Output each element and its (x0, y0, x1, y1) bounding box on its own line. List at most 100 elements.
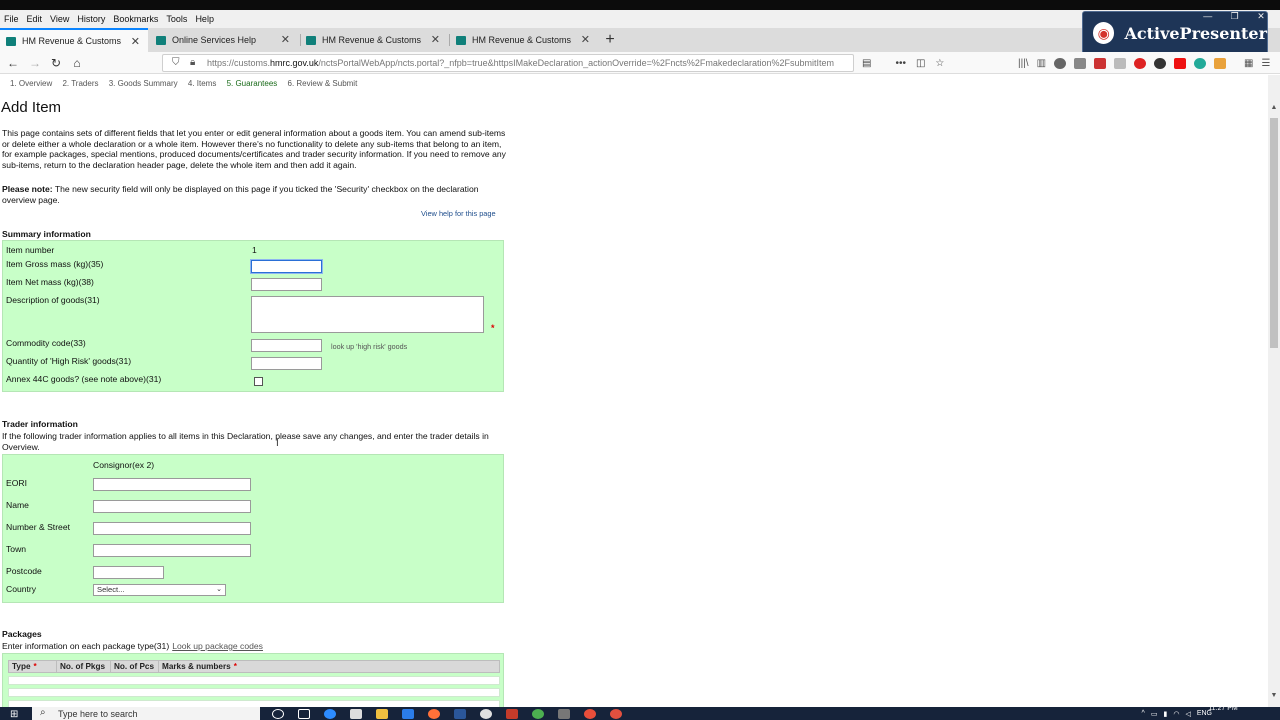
taskbar-search-box[interactable]: Type here to search (32, 707, 260, 720)
menu-file[interactable]: File (4, 14, 19, 24)
tab-close-icon[interactable]: ✕ (281, 33, 290, 46)
high-risk-lookup-link[interactable]: look up 'high risk' goods (331, 342, 407, 351)
extension-dark-icon[interactable] (1154, 57, 1167, 69)
library-icon[interactable]: |||\ (1018, 58, 1029, 69)
item-number-label: Item number (6, 245, 55, 255)
country-select[interactable]: Select... ⌄ (93, 584, 226, 596)
volume-icon[interactable]: ◁ (1185, 710, 1190, 718)
intro-text: This page contains sets of different fie… (2, 128, 506, 170)
tab-hmrc-3[interactable]: HM Revenue & Customs ✕ (450, 28, 598, 52)
menu-help[interactable]: Help (195, 14, 214, 24)
word-icon[interactable] (454, 708, 466, 719)
close-window-icon[interactable]: ✕ (1257, 11, 1265, 25)
view-help-link[interactable]: View help for this page (421, 209, 496, 218)
account-icon[interactable] (1054, 57, 1067, 69)
hmrc-favicon-icon (456, 35, 466, 45)
marks-required-mark: * (233, 662, 237, 671)
extension-light-icon[interactable] (1114, 57, 1127, 69)
bookmark-star-icon[interactable]: ☆ (935, 58, 944, 69)
extension-shield-icon[interactable] (1174, 57, 1187, 69)
new-tab-button[interactable]: + (600, 28, 620, 52)
extension-green-icon[interactable] (1194, 57, 1207, 69)
task-view-icon[interactable] (298, 708, 310, 719)
edge-icon[interactable] (324, 708, 336, 719)
menu-bookmarks[interactable]: Bookmarks (113, 14, 158, 24)
tab-hmrc-1[interactable]: HM Revenue & Customs ✕ (0, 28, 148, 52)
wifi-icon[interactable]: ◠ (1173, 710, 1179, 718)
name-input[interactable] (93, 500, 251, 513)
menu-tools[interactable]: Tools (166, 14, 187, 24)
cortana-icon[interactable] (272, 708, 284, 719)
taskbar-clock[interactable]: 11:27 PM (1198, 705, 1248, 720)
sidebar-icon[interactable]: ▥ (1037, 58, 1046, 69)
mail-icon[interactable] (402, 708, 414, 719)
quantity-high-risk-input[interactable] (251, 357, 322, 370)
chrome-icon[interactable] (584, 708, 596, 719)
extension-block-icon[interactable] (1134, 57, 1147, 69)
scroll-down-icon[interactable]: ▼ (1268, 692, 1280, 702)
tab-close-icon[interactable]: ✕ (131, 35, 140, 48)
scrollbar-thumb[interactable] (1270, 118, 1278, 348)
shield-icon[interactable]: ⛉ (172, 57, 180, 68)
step-review-submit[interactable]: 6. Review & Submit (288, 79, 358, 88)
app-light-icon[interactable] (480, 708, 492, 719)
hmrc-favicon-icon (6, 36, 16, 46)
package-codes-link[interactable]: Look up package codes (172, 641, 263, 651)
step-overview[interactable]: 1. Overview (10, 79, 52, 88)
tab-online-services-help[interactable]: Online Services Help ✕ (150, 28, 298, 52)
step-traders[interactable]: 2. Traders (62, 79, 98, 88)
pocket-icon[interactable]: ◫ (916, 58, 925, 69)
app-red-icon[interactable] (506, 708, 518, 719)
packages-instruction: Enter information on each package type(3… (2, 641, 170, 651)
street-input[interactable] (93, 522, 251, 535)
extension-orange-icon[interactable] (1214, 57, 1227, 69)
firefox-icon[interactable] (428, 708, 440, 719)
security-note: Please note: The new security field will… (2, 184, 510, 205)
step-items[interactable]: 4. Items (188, 79, 216, 88)
type-required-mark: * (33, 662, 37, 671)
app-green-icon[interactable] (532, 708, 544, 719)
extension-grey-icon[interactable] (1074, 57, 1087, 69)
windows-start-icon[interactable]: ⊞ (10, 709, 22, 720)
annex-44c-checkbox[interactable] (254, 377, 263, 386)
home-icon[interactable]: ⌂ (69, 55, 85, 71)
app-grey-icon[interactable] (558, 708, 570, 719)
restore-icon[interactable]: ❐ (1231, 11, 1239, 25)
gross-mass-input[interactable] (251, 260, 322, 273)
store-icon[interactable] (350, 708, 362, 719)
url-path: /nctsPortalWebApp/ncts.portal?_nfpb=true… (318, 58, 834, 68)
url-bar[interactable]: https://customs. hmrc.gov.uk/nctsPortalWe… (162, 54, 854, 72)
net-mass-input[interactable] (251, 278, 322, 291)
file-explorer-icon[interactable] (376, 708, 388, 719)
menu-edit[interactable]: Edit (27, 14, 43, 24)
town-input[interactable] (93, 544, 251, 557)
forward-arrow-icon[interactable]: → (27, 55, 43, 71)
reload-icon[interactable]: ↻ (48, 55, 64, 71)
activepresenter-app-icon[interactable] (610, 708, 622, 719)
tab-close-icon[interactable]: ✕ (581, 33, 590, 46)
step-goods-summary[interactable]: 3. Goods Summary (109, 79, 178, 88)
reader-view-icon[interactable]: ▤ (862, 58, 871, 69)
tray-expand-icon[interactable]: ^ (1142, 710, 1145, 717)
battery-icon[interactable]: ▮ (1163, 710, 1167, 718)
back-arrow-icon[interactable]: ← (5, 55, 21, 71)
page-actions-icon[interactable]: ••• (895, 58, 906, 69)
menu-history[interactable]: History (77, 14, 105, 24)
commodity-code-input[interactable] (251, 339, 322, 352)
step-guarantees[interactable]: 5. Guarantees (227, 79, 278, 88)
hamburger-menu-icon[interactable]: ☰ (1261, 58, 1270, 69)
tab-hmrc-2[interactable]: HM Revenue & Customs ✕ (300, 28, 448, 52)
postcode-input[interactable] (93, 566, 164, 579)
description-textarea[interactable] (251, 296, 484, 333)
trader-panel: Consignor(ex 2) EORI Name Number & Stree… (2, 454, 504, 603)
scroll-up-icon[interactable]: ▲ (1268, 104, 1280, 114)
menu-view[interactable]: View (50, 14, 69, 24)
taskbar-apps (270, 707, 690, 720)
tab-close-icon[interactable]: ✕ (431, 33, 440, 46)
eori-input[interactable] (93, 478, 251, 491)
minimize-icon[interactable]: — (1203, 11, 1212, 25)
extension-red-icon[interactable] (1094, 57, 1107, 69)
network-icon[interactable]: ▭ (1151, 710, 1158, 718)
extensions-grid-icon[interactable]: ▦ (1244, 58, 1253, 69)
lock-icon[interactable]: 🔒︎ (190, 57, 195, 68)
